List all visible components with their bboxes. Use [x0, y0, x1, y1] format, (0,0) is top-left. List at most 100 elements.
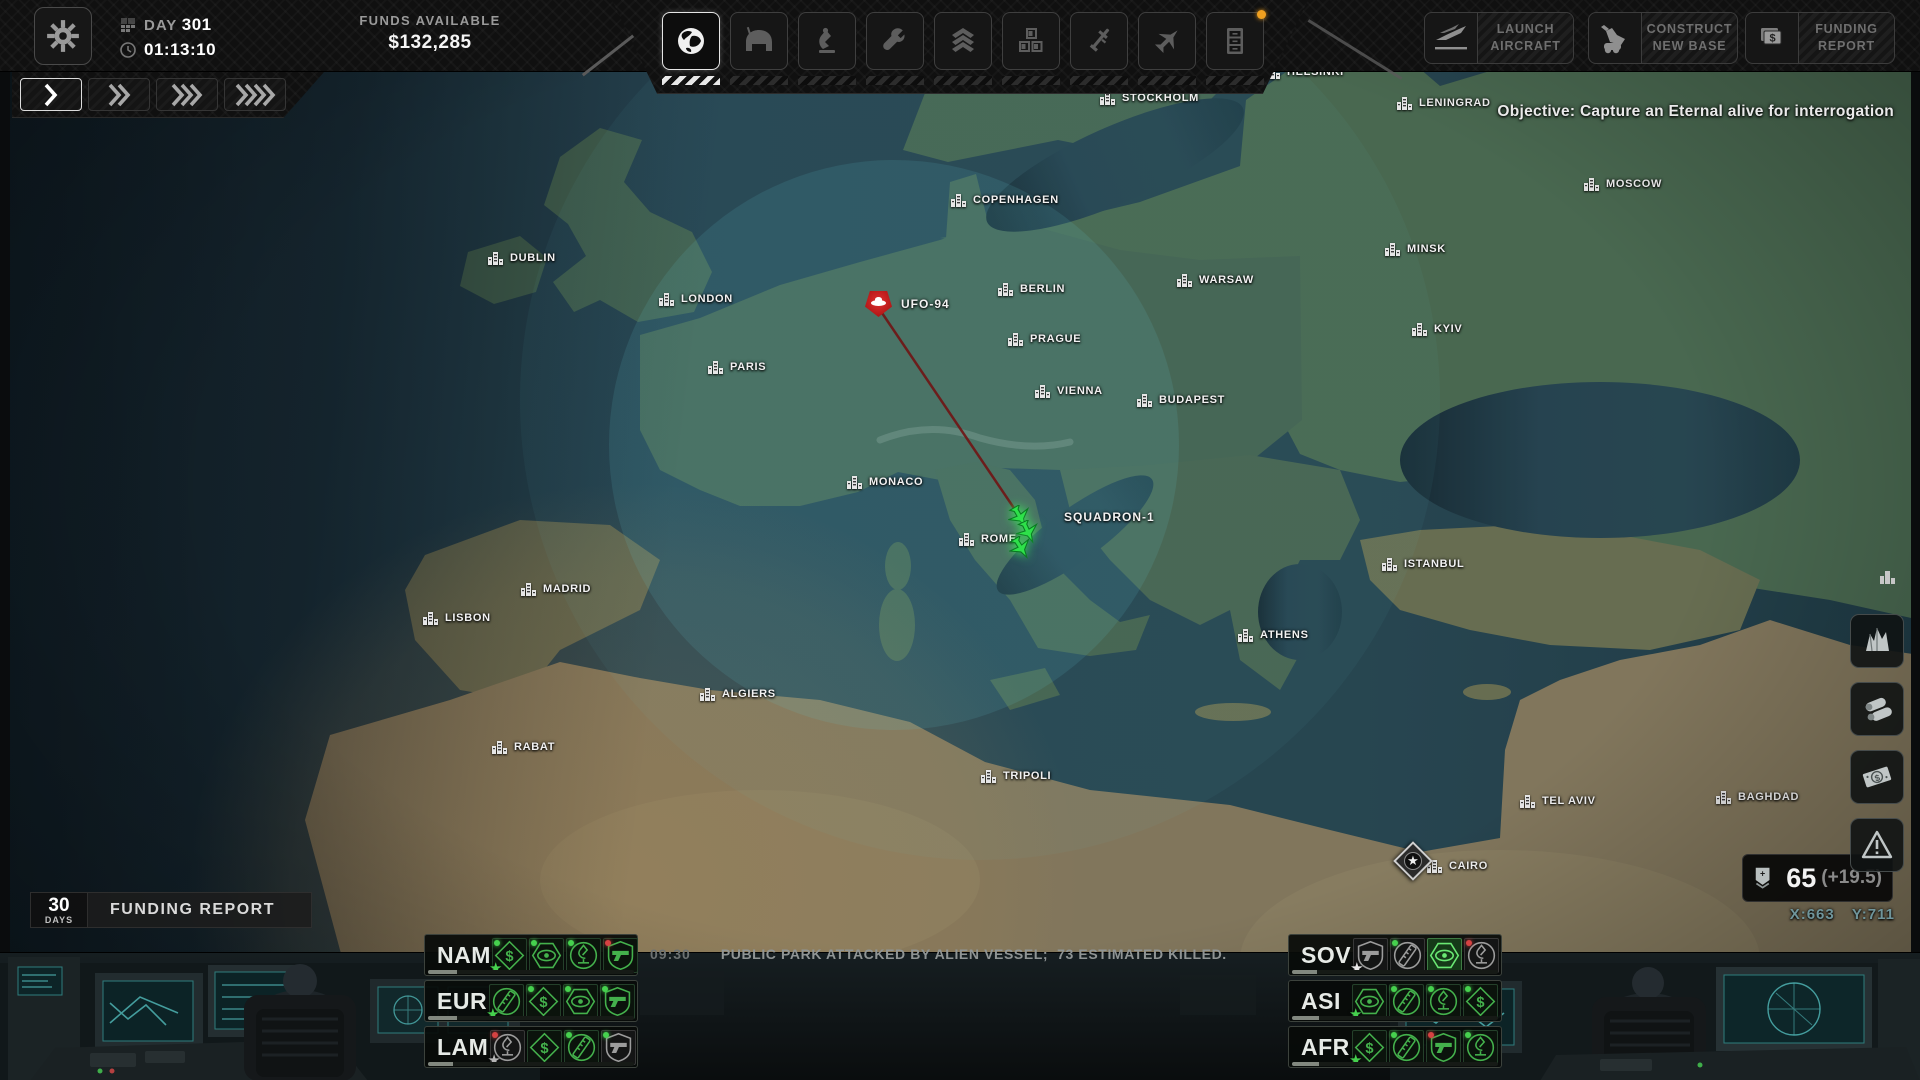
nav-active-stripe — [662, 76, 720, 85]
region-status-eye-tile — [563, 984, 598, 1019]
clock-icon — [120, 42, 136, 58]
trend-dot-green — [494, 940, 500, 946]
region-row-sov[interactable]: SOV★ — [1288, 934, 1502, 976]
region-status-eye-tile — [1427, 938, 1462, 973]
funding-report-label: FUNDING REPORT — [88, 892, 312, 928]
command-room-strip — [0, 952, 1920, 1080]
nav-aircraft-button[interactable] — [1138, 12, 1196, 70]
nav-personnel-button[interactable] — [934, 12, 992, 70]
region-row-lam[interactable]: LAM★ — [424, 1026, 638, 1068]
squadron-label: SQUADRON-1 — [1064, 510, 1155, 524]
xenonaut-base-icon[interactable]: ★ — [1393, 841, 1433, 881]
funding-report-button[interactable]: $ FUNDING REPORT — [1745, 12, 1895, 64]
trend-dot-green — [1465, 986, 1471, 992]
region-progress-bar — [428, 970, 634, 974]
date-time-display: DAY 301 01:13:10 — [120, 12, 216, 62]
region-status-caliper-tile — [1390, 938, 1425, 973]
region-panel-left: NAM★EUR★LAM★ — [424, 934, 638, 1072]
speed-1x-button[interactable] — [20, 78, 82, 111]
region-status-dollar-tile — [526, 984, 561, 1019]
nav-geoscape-button[interactable] — [662, 12, 720, 70]
overlay-canisters-button[interactable] — [1850, 682, 1904, 736]
trend-dot-green — [602, 986, 608, 992]
main-nav-bar — [612, 0, 1308, 94]
svg-text:$: $ — [1769, 33, 1775, 45]
funding-report-countdown-button[interactable]: 30 DAYS FUNDING REPORT — [30, 892, 312, 928]
speed-2x-button[interactable] — [88, 78, 150, 111]
construct-new-base-button[interactable]: CONSTRUCT NEW BASE — [1588, 12, 1738, 64]
settings-button[interactable] — [34, 7, 92, 65]
action-label-line: NEW BASE — [1653, 38, 1727, 55]
launch-aircraft-button[interactable]: LAUNCH AIRCRAFT — [1424, 12, 1574, 64]
region-status-gun-tile — [603, 938, 638, 973]
region-progress-bar — [1292, 1016, 1498, 1020]
region-row-afr[interactable]: AFR★ — [1288, 1026, 1502, 1068]
region-row-eur[interactable]: EUR★ — [424, 980, 638, 1022]
nav-stores-button[interactable] — [1002, 12, 1060, 70]
region-row-asi[interactable]: ASI★ — [1288, 980, 1502, 1022]
action-label-line: AIRCRAFT — [1490, 38, 1560, 55]
command-room-art — [0, 953, 1920, 1080]
region-progress-bar — [428, 1062, 634, 1066]
region-status-gun-tile — [601, 1030, 636, 1065]
svg-text:+: + — [1760, 869, 1765, 879]
trend-dot-red — [492, 1032, 498, 1038]
trend-dot-green — [566, 1032, 572, 1038]
region-status-caliper-tile — [564, 1030, 599, 1065]
map-overlay-buttons: $ — [1850, 614, 1904, 872]
overlay-alerts-button[interactable] — [1850, 818, 1904, 872]
speed-3x-button[interactable] — [156, 78, 218, 111]
nav-engineering-button[interactable] — [866, 12, 924, 70]
speed-4x-button[interactable] — [224, 78, 286, 111]
region-status-scope-tile — [1426, 984, 1461, 1019]
rifle-icon — [1082, 24, 1116, 58]
fighter-jet-icon — [1150, 24, 1184, 58]
time-speed-controls — [12, 72, 324, 118]
base-star-glyph: ★ — [1401, 849, 1425, 873]
nav-base-button[interactable] — [730, 12, 788, 70]
objective-text: Objective: Capture an Eternal alive for … — [1497, 103, 1894, 121]
overlay-cash-button[interactable]: $ — [1850, 750, 1904, 804]
trend-dot-green — [603, 1032, 609, 1038]
overlay-crystals-button[interactable] — [1850, 614, 1904, 668]
banknote-icon: $ — [1860, 760, 1894, 794]
region-code: ASI — [1292, 988, 1350, 1015]
ticker-message: PUBLIC PARK ATTACKED BY ALIEN VESSEL; 73… — [721, 946, 1227, 962]
region-status-scope-tile: ★ — [490, 1030, 525, 1065]
globe-icon — [674, 24, 708, 58]
dollar-notes-icon: $ — [1753, 20, 1791, 56]
aircraft-takeoff-icon — [1432, 20, 1470, 56]
trend-dot-green — [531, 940, 537, 946]
day-label: DAY — [144, 17, 177, 34]
wrench-icon — [878, 24, 912, 58]
banner-plus-icon: + — [1753, 861, 1772, 895]
region-status-caliper-tile: ★ — [489, 984, 524, 1019]
score-value: 65 — [1786, 863, 1816, 894]
crystal-icon — [1860, 624, 1894, 658]
region-code: AFR — [1292, 1034, 1350, 1061]
nav-armory-button[interactable] — [1070, 12, 1128, 70]
notification-dot — [1257, 10, 1266, 19]
region-code: NAM — [428, 942, 490, 969]
trend-dot-red — [1466, 940, 1472, 946]
region-status-scope-tile — [1463, 1030, 1498, 1065]
region-status-dollar-tile: ★ — [492, 938, 527, 973]
ticker-time: 09:30 — [650, 946, 691, 962]
squadron-jet-icon[interactable] — [1009, 536, 1033, 560]
excavator-icon — [1596, 20, 1634, 56]
nav-archive-button[interactable] — [1206, 12, 1264, 70]
region-code: SOV — [1292, 942, 1351, 969]
nav-research-button[interactable] — [798, 12, 856, 70]
cursor-x: X:663 — [1790, 906, 1835, 923]
days-value: 30 — [48, 896, 69, 915]
trend-dot-green — [1391, 986, 1397, 992]
region-status-scope-tile — [1464, 938, 1499, 973]
left-frame-edge — [0, 70, 10, 1080]
day-value: 301 — [182, 15, 212, 34]
ufo-contact-icon[interactable] — [865, 291, 892, 317]
region-code: LAM — [428, 1034, 488, 1061]
time-value: 01:13:10 — [144, 40, 216, 60]
region-progress-bar — [1292, 1062, 1498, 1066]
region-progress-bar — [1292, 970, 1498, 974]
region-row-nam[interactable]: NAM★ — [424, 934, 638, 976]
